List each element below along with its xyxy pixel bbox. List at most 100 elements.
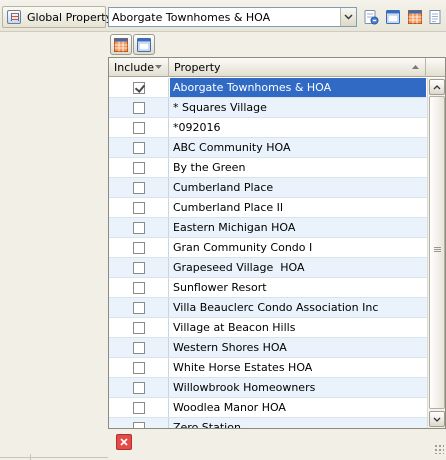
table-footer (108, 429, 446, 460)
chevron-down-icon (433, 417, 441, 422)
include-checkbox[interactable] (132, 261, 145, 274)
table-header: Include Property (109, 58, 445, 77)
property-name-cell[interactable]: *092016 (170, 118, 426, 137)
table-row[interactable]: Western Shores HOA (109, 338, 427, 358)
property-name-cell[interactable]: Cumberland Place II (170, 198, 426, 217)
sort-ascending-icon (412, 65, 419, 69)
include-cell (109, 418, 169, 428)
table-row[interactable]: Gran Community Condo I (109, 238, 427, 258)
include-checkbox[interactable] (132, 281, 145, 294)
global-property-label-text: Global Property: (27, 10, 116, 24)
window-view-button[interactable] (384, 8, 402, 26)
include-cell (109, 218, 169, 237)
table-row[interactable]: ABC Community HOA (109, 138, 427, 158)
global-property-select[interactable]: Aborgate Townhomes & HOA (108, 7, 357, 27)
resize-grip-icon[interactable] (434, 444, 444, 454)
table-row[interactable]: Zero Station (109, 418, 427, 428)
table-row[interactable]: Cumberland Place (109, 178, 427, 198)
include-checkbox[interactable] (132, 141, 145, 154)
scroll-up-button[interactable] (429, 79, 445, 95)
scrollbar-thumb[interactable] (429, 96, 445, 409)
property-name-cell[interactable]: Willowbrook Homeowners (170, 378, 426, 397)
table-row[interactable]: Village at Beacon Hills (109, 318, 427, 338)
property-name-cell[interactable]: By the Green (170, 158, 426, 177)
include-cell (109, 378, 169, 397)
include-checkbox[interactable] (132, 341, 145, 354)
table-row[interactable]: Woodlea Manor HOA (109, 398, 427, 418)
global-property-value: Aborgate Townhomes & HOA (112, 10, 271, 24)
window-icon (386, 10, 400, 24)
table-row[interactable]: Villa Beauclerc Condo Association Inc (109, 298, 427, 318)
include-checkbox[interactable] (132, 161, 145, 174)
table-row[interactable]: Grapeseed Village HOA (109, 258, 427, 278)
include-checkbox[interactable] (132, 381, 145, 394)
property-name-cell[interactable]: Western Shores HOA (170, 338, 426, 357)
property-name-cell[interactable]: Woodlea Manor HOA (170, 398, 426, 417)
property-name-cell[interactable]: Aborgate Townhomes & HOA (170, 78, 426, 97)
global-property-toolbar: Global Property: Aborgate Townhomes & HO… (0, 0, 446, 32)
table-row[interactable]: Cumberland Place II (109, 198, 427, 218)
include-checkbox[interactable] (132, 221, 145, 234)
property-name-cell[interactable]: Village at Beacon Hills (170, 318, 426, 337)
property-name-cell[interactable]: Gran Community Condo I (170, 238, 426, 257)
chevron-down-icon[interactable] (340, 8, 356, 26)
select-all-button[interactable] (110, 34, 132, 55)
divider (30, 454, 31, 460)
table-row[interactable]: * Squares Village (109, 98, 427, 118)
include-checkbox[interactable] (132, 201, 145, 214)
clear-filter-button[interactable] (362, 8, 380, 26)
include-checkbox[interactable] (132, 121, 145, 134)
include-cell (109, 118, 169, 137)
table-row[interactable]: By the Green (109, 158, 427, 178)
column-header-filler (426, 58, 445, 77)
clear-selection-button[interactable] (133, 34, 155, 55)
include-cell (109, 198, 169, 217)
include-cell (109, 138, 169, 157)
table-row[interactable]: White Horse Estates HOA (109, 358, 427, 378)
table-row[interactable]: *092016 (109, 118, 427, 138)
column-header-property[interactable]: Property (169, 58, 426, 77)
include-checkbox[interactable] (132, 101, 145, 114)
eraser-icon (364, 10, 379, 25)
divider (0, 457, 108, 458)
include-cell (109, 258, 169, 277)
include-checkbox[interactable] (132, 401, 145, 414)
table-row[interactable]: Willowbrook Homeowners (109, 378, 427, 398)
delete-button[interactable] (116, 434, 132, 450)
property-name-cell[interactable]: Villa Beauclerc Condo Association Inc (170, 298, 426, 317)
include-checkbox[interactable] (132, 301, 145, 314)
column-header-include[interactable]: Include (109, 58, 169, 77)
include-checkbox[interactable] (132, 321, 145, 334)
include-cell (109, 238, 169, 257)
document-button[interactable] (426, 8, 444, 26)
column-header-property-label: Property (174, 61, 221, 74)
table-row[interactable]: Aborgate Townhomes & HOA (109, 78, 427, 98)
include-cell (109, 98, 169, 117)
chevron-up-icon (433, 84, 441, 89)
include-checkbox[interactable] (132, 421, 145, 428)
grid-icon (408, 10, 422, 24)
property-name-cell[interactable]: White Horse Estates HOA (170, 358, 426, 377)
vertical-scrollbar[interactable] (427, 78, 445, 428)
include-checkbox[interactable] (132, 81, 145, 94)
grid-view-button[interactable] (406, 8, 424, 26)
property-name-cell[interactable]: Sunflower Resort (170, 278, 426, 297)
table-body: Aborgate Townhomes & HOA * Squares Villag… (109, 78, 427, 428)
include-checkbox[interactable] (132, 361, 145, 374)
document-icon (429, 10, 441, 24)
property-name-cell[interactable]: Zero Station (170, 418, 426, 428)
include-cell (109, 318, 169, 337)
table-row[interactable]: Eastern Michigan HOA (109, 218, 427, 238)
scroll-down-button[interactable] (429, 411, 445, 427)
property-name-cell[interactable]: Grapeseed Village HOA (170, 258, 426, 277)
property-name-cell[interactable]: * Squares Village (170, 98, 426, 117)
property-name-cell[interactable]: Eastern Michigan HOA (170, 218, 426, 237)
include-cell (109, 298, 169, 317)
include-checkbox[interactable] (132, 181, 145, 194)
property-name-cell[interactable]: Cumberland Place (170, 178, 426, 197)
property-list-icon (7, 10, 21, 24)
property-name-cell[interactable]: ABC Community HOA (170, 138, 426, 157)
table-row[interactable]: Sunflower Resort (109, 278, 427, 298)
include-checkbox[interactable] (132, 241, 145, 254)
include-cell (109, 158, 169, 177)
